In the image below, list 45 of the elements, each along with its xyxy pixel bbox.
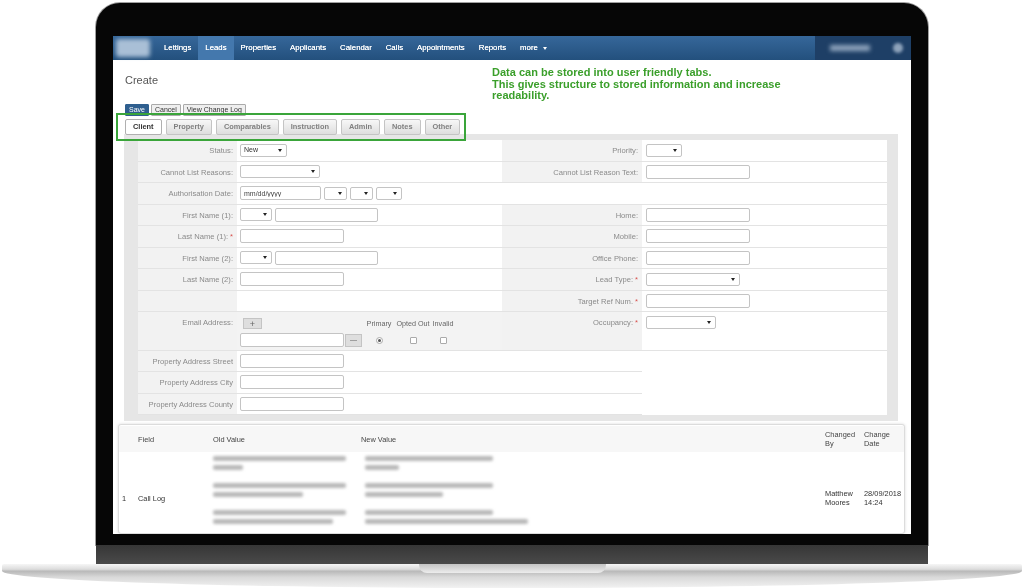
input-field[interactable] bbox=[240, 272, 344, 287]
callout-text: This gives structure to stored information and increase readability. bbox=[492, 78, 782, 102]
callout-text: Data can be stored into user friendly tabs. bbox=[492, 67, 713, 79]
input-field[interactable] bbox=[646, 207, 750, 222]
dropdown-field[interactable] bbox=[240, 165, 320, 179]
input-field[interactable] bbox=[240, 375, 344, 390]
dropdown-field[interactable] bbox=[240, 208, 272, 222]
checkbox[interactable] bbox=[409, 336, 417, 344]
blurred-text bbox=[365, 465, 399, 470]
caret-icon bbox=[278, 148, 282, 152]
caret-icon bbox=[263, 213, 267, 217]
dropdown-field[interactable] bbox=[240, 251, 272, 265]
dropdown-field[interactable] bbox=[646, 143, 682, 157]
page-title: Create bbox=[125, 73, 159, 87]
checkbox[interactable] bbox=[439, 336, 447, 344]
caret-icon bbox=[731, 277, 735, 281]
input-field[interactable] bbox=[275, 207, 378, 222]
caret-icon bbox=[364, 191, 368, 195]
blurred-icon bbox=[893, 43, 903, 53]
input-field[interactable] bbox=[240, 229, 344, 244]
radio-button[interactable] bbox=[375, 336, 383, 344]
input-field[interactable] bbox=[646, 229, 750, 244]
input-field[interactable] bbox=[240, 333, 344, 347]
caret-icon bbox=[707, 321, 711, 324]
dropdown-field[interactable] bbox=[376, 186, 402, 200]
blurred-text bbox=[213, 465, 243, 470]
dropdown-field[interactable] bbox=[324, 186, 347, 200]
dropdown-field[interactable] bbox=[646, 316, 716, 329]
blurred-text bbox=[830, 45, 870, 51]
caret-icon bbox=[393, 191, 397, 195]
input-field[interactable] bbox=[275, 250, 378, 265]
caret-icon bbox=[673, 148, 677, 152]
add-button[interactable]: + bbox=[243, 318, 262, 329]
dropdown-field[interactable] bbox=[646, 272, 740, 286]
blurred-logo bbox=[116, 39, 150, 57]
caret-icon bbox=[263, 256, 267, 260]
dropdown-field[interactable] bbox=[350, 186, 373, 200]
input-field[interactable] bbox=[646, 164, 750, 179]
input-field[interactable] bbox=[646, 293, 750, 308]
input-field[interactable] bbox=[646, 250, 750, 265]
input-field[interactable] bbox=[240, 353, 344, 368]
user-panel[interactable] bbox=[815, 36, 911, 60]
input-field[interactable] bbox=[240, 396, 344, 411]
caret-icon bbox=[311, 170, 315, 174]
caret-icon bbox=[338, 191, 342, 195]
